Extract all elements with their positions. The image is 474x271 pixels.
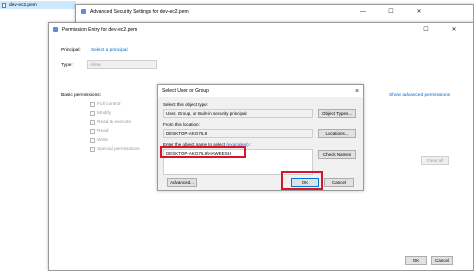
permission-entry-title: Permission Entry for dev-ec2.pem: [62, 26, 138, 33]
check-names-button[interactable]: Check Names: [318, 150, 356, 159]
permission-ok-button[interactable]: OK: [405, 256, 427, 265]
advanced-security-title: Advanced Security Settings for dev-ec2.p…: [90, 8, 189, 15]
principal-label: Principal:: [61, 48, 81, 53]
select-user-title: Select User or Group: [162, 88, 209, 94]
minimize-button[interactable]: —: [356, 5, 370, 18]
explorer-file-item[interactable]: dev-ec2.pem: [0, 1, 76, 9]
location-label: From this location:: [163, 122, 200, 127]
type-select-value: Allow: [90, 62, 101, 67]
close-button[interactable]: ✕: [412, 5, 426, 18]
advanced-button[interactable]: Advanced...: [167, 178, 197, 187]
location-value: DESKTOP-AKG7IL9: [166, 131, 208, 136]
maximize-button[interactable]: ☐: [419, 23, 433, 36]
select-user-titlebar: Select User or Group: [158, 85, 363, 97]
highlight-ok-button: [281, 171, 323, 190]
shield-icon: [53, 27, 58, 32]
clear-all-button[interactable]: Clear all: [421, 156, 449, 165]
object-type-field: User, Group, or Built-in security princi…: [163, 109, 313, 118]
highlight-object-name: [160, 146, 246, 158]
show-advanced-permissions-link[interactable]: Show advanced permissions: [389, 93, 450, 98]
locations-button[interactable]: Locations...: [318, 129, 356, 138]
file-icon: [2, 2, 6, 8]
maximize-button[interactable]: ☐: [384, 5, 398, 18]
full-control-checkbox[interactable]: [90, 102, 95, 107]
type-label: Type:: [61, 63, 73, 68]
read-label: Read: [97, 129, 109, 134]
location-field: DESKTOP-AKG7IL9: [163, 129, 313, 138]
object-name-label-suffix: :: [249, 142, 252, 147]
object-type-value: User, Group, or Built-in security princi…: [166, 111, 247, 116]
object-type-label: Select this object type:: [163, 102, 209, 107]
permission-cancel-button[interactable]: Cancel: [431, 256, 453, 265]
dialog-close-icon[interactable]: ×: [350, 85, 364, 97]
write-checkbox[interactable]: [90, 138, 95, 143]
read-execute-checkbox[interactable]: [90, 120, 95, 125]
modify-label: Modify: [97, 111, 112, 116]
select-user-dialog: Select User or Group × Select this objec…: [157, 84, 364, 191]
close-button[interactable]: ✕: [447, 23, 461, 36]
full-control-label: Full control: [97, 102, 121, 107]
read-checkbox[interactable]: [90, 129, 95, 134]
permission-entry-titlebar: Permission Entry for dev-ec2.pem: [49, 23, 473, 36]
object-types-button[interactable]: Object Types...: [318, 109, 356, 118]
select-cancel-button[interactable]: Cancel: [324, 178, 354, 187]
special-permissions-checkbox[interactable]: [90, 147, 95, 152]
basic-permissions-label: Basic permissions:: [61, 93, 101, 98]
select-principal-link[interactable]: Select a principal: [91, 48, 128, 53]
special-permissions-label: Special permissions: [97, 147, 140, 152]
file-name: dev-ec2.pem: [9, 2, 37, 8]
write-label: Write: [97, 138, 109, 143]
modify-checkbox[interactable]: [90, 111, 95, 116]
shield-icon: [81, 9, 86, 14]
type-select[interactable]: Allow: [87, 60, 157, 69]
read-execute-label: Read & execute: [97, 120, 132, 125]
